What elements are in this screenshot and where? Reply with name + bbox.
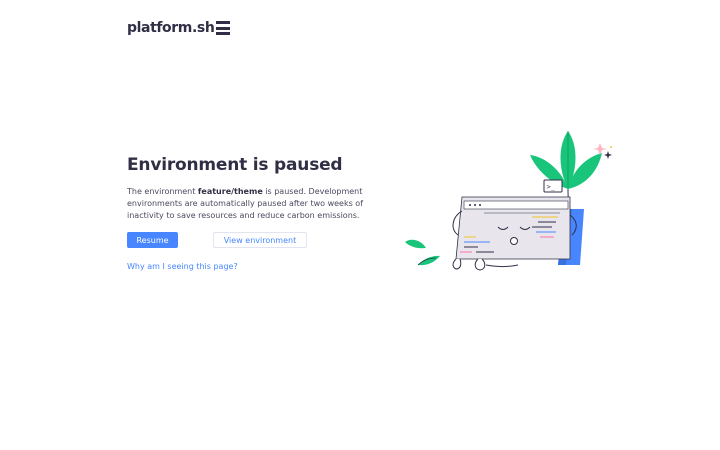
paused-page: platform.sh Environment is paused The en… — [0, 0, 720, 450]
logo-text: platform.sh — [127, 20, 215, 36]
sparkle-icon — [593, 143, 607, 155]
help-link[interactable]: Why am I seeing this page? — [127, 262, 238, 271]
small-leaf-icon — [405, 239, 426, 249]
description-prefix: The environment — [127, 187, 198, 196]
svg-text:>_: >_ — [547, 183, 556, 191]
page-description: The environment feature/theme is paused.… — [127, 186, 402, 222]
mouth-icon — [510, 237, 518, 245]
sleeping-laptop-plant-illustration-icon: >_ — [405, 131, 612, 271]
environment-name: feature/theme — [197, 187, 263, 196]
view-environment-button[interactable]: View environment — [213, 232, 307, 248]
main-content: Environment is paused The environment fe… — [127, 154, 402, 273]
small-leaf-icon — [418, 255, 440, 266]
sparkle-icon — [604, 151, 612, 159]
logo-mark-icon — [216, 21, 231, 35]
platformsh-logo[interactable]: platform.sh — [127, 18, 231, 38]
page-title: Environment is paused — [127, 155, 343, 175]
resume-button[interactable]: Resume — [127, 232, 178, 248]
action-buttons: Resume View environment — [127, 232, 402, 248]
